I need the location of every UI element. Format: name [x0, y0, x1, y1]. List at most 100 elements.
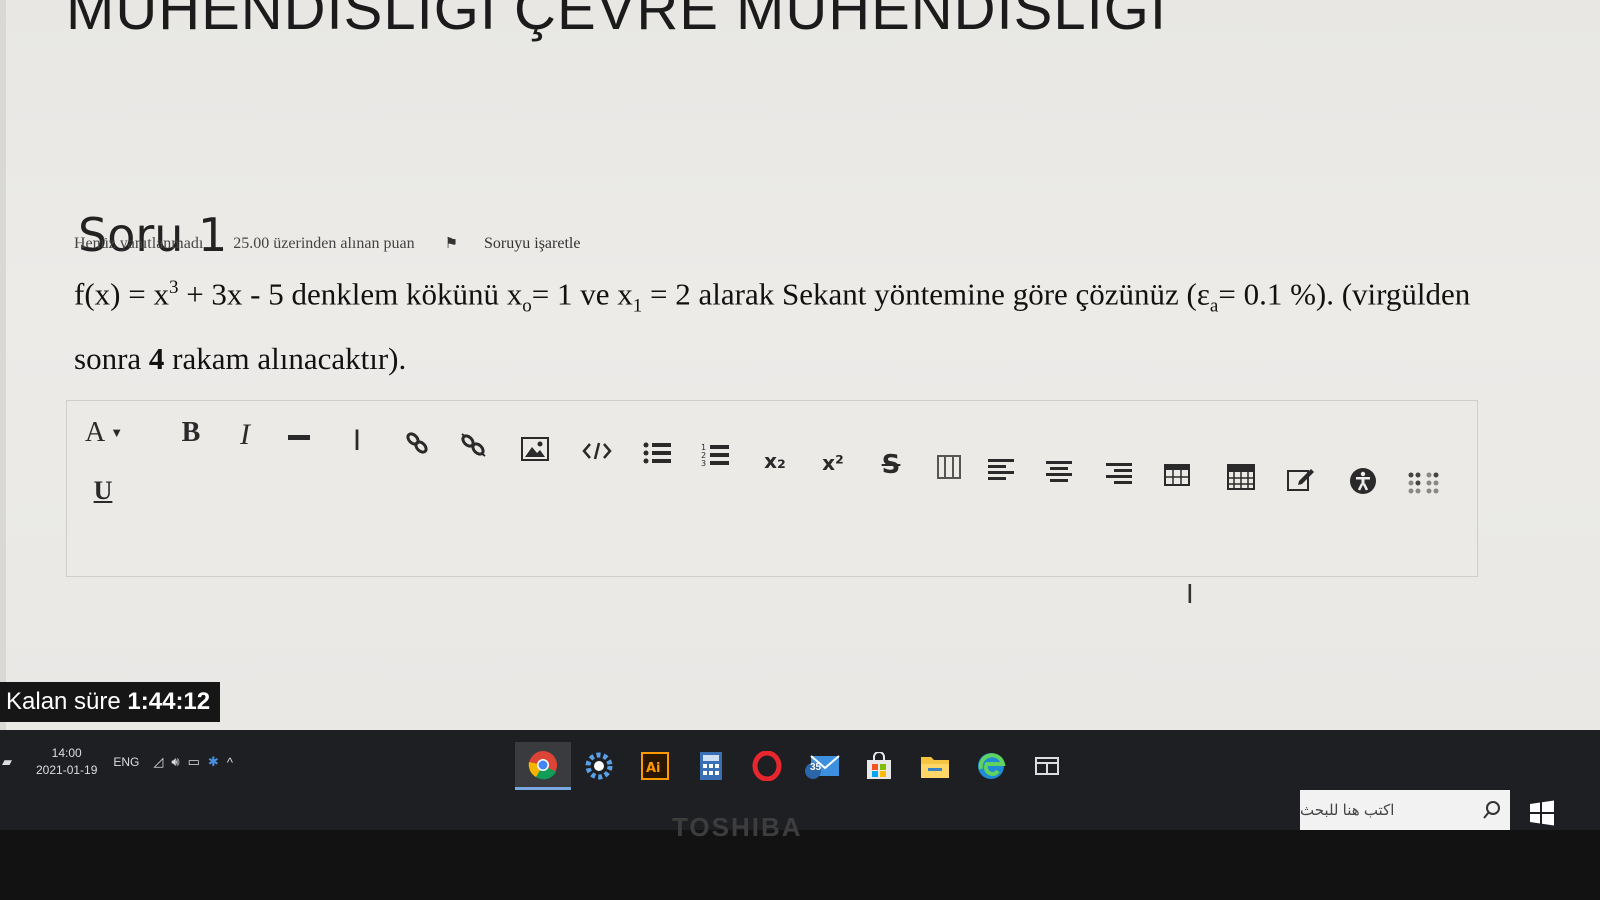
code-icon [582, 442, 612, 460]
store-bag-icon [867, 752, 891, 779]
question-status: Henüz yanıtlanmadı [74, 235, 204, 252]
answer-editor: A ▼ B I Ⅰ 1 2 3 x₂ x² S U [66, 400, 1478, 577]
font-color-button[interactable]: A ▼ [85, 413, 123, 453]
task-view-icon [1035, 757, 1059, 775]
align-right-button[interactable] [1101, 453, 1137, 493]
time-remaining-value: 1:44:12 [127, 688, 211, 715]
mouse-ibeam-cursor: Ⅰ [1186, 580, 1194, 609]
edge-icon [978, 753, 1006, 779]
horizontal-rule-button[interactable] [281, 417, 317, 457]
align-center-button[interactable] [1041, 451, 1077, 491]
insert-image-button[interactable] [517, 429, 553, 469]
mail-app[interactable]: 35 [795, 742, 851, 790]
strikethrough-button[interactable]: S [873, 445, 909, 485]
ordered-list-button[interactable]: 123 [697, 435, 733, 475]
screenreader-helper-button[interactable] [1407, 463, 1443, 503]
html-source-button[interactable] [579, 431, 615, 471]
wifi-icon[interactable]: ◿ [153, 754, 163, 770]
image-icon [521, 437, 549, 461]
calculator-app[interactable] [683, 742, 739, 790]
battery-icon[interactable]: ▭ [188, 754, 200, 770]
notification-icon[interactable]: ▰ [2, 754, 12, 770]
flag-question-label: Soruyu işaretle [484, 235, 581, 252]
subscript: o [522, 295, 532, 317]
illustrator-icon: Ai [641, 752, 669, 780]
text-cursor-icon: Ⅰ [352, 426, 362, 457]
question-text-part: rakam alınacaktır). [164, 340, 407, 376]
folder-icon [921, 757, 949, 778]
horizontal-rule-icon [288, 435, 310, 440]
italic-button[interactable]: I [227, 415, 263, 455]
question-info: Henüz yanıtlanmadı 25.00 üzerinden alına… [74, 234, 632, 253]
question-points: 25.00 üzerinden alınan puan [233, 235, 415, 252]
underline-button[interactable]: U [85, 471, 121, 511]
bluetooth-icon[interactable]: ✱ [208, 754, 219, 770]
align-left-icon [988, 459, 1014, 480]
flag-icon: ⚑ [444, 236, 459, 252]
numbered-list-icon: 123 [701, 443, 729, 468]
language-indicator[interactable]: ENG [113, 755, 139, 769]
start-button[interactable] [1524, 796, 1560, 830]
show-hidden-icons-chevron-icon[interactable]: ^ [227, 755, 233, 770]
settings-app[interactable] [571, 742, 627, 790]
opera-icon [752, 751, 782, 781]
bold-button[interactable]: B [173, 413, 209, 453]
question-text-part: = 2 alarak Sekant yöntemine göre çözünüz… [642, 276, 1210, 312]
system-tray: ▰ 14:00 2021-01-19 ENG ◿ 🔊︎ ▭ ✱ ^ [0, 744, 241, 780]
volume-icon[interactable]: 🔊︎ [171, 754, 179, 770]
calculator-icon [1227, 464, 1255, 490]
braille-icon [1408, 472, 1439, 494]
taskbar-search-input[interactable]: اكتب هنا للبحث [1300, 790, 1510, 830]
svg-text:3: 3 [701, 459, 706, 468]
laptop-brand-logo: TOSHIBA [672, 812, 803, 842]
file-explorer-app[interactable] [907, 742, 963, 790]
time-remaining-label: Kalan süre [6, 688, 128, 715]
editor-toolbar: A ▼ B I Ⅰ 1 2 3 x₂ x² S U [77, 409, 1467, 519]
align-right-icon [1106, 463, 1132, 484]
font-label: A [85, 417, 106, 448]
clock-time: 14:00 [51, 746, 82, 760]
course-title: MÜHENDİSLİĞİ ÇEVRE MÜHENDİSLİĞİ [66, 0, 1167, 42]
mail-badge: 35 [810, 762, 822, 773]
search-placeholder: اكتب هنا للبحث [1300, 802, 1395, 819]
clock[interactable]: 14:00 2021-01-19 [36, 745, 97, 779]
table-icon [1164, 464, 1190, 486]
align-center-icon [1046, 461, 1072, 482]
svg-text:Ai: Ai [646, 761, 661, 776]
flag-question-link[interactable]: ⚑ Soruyu işaretle [445, 235, 607, 252]
insert-table-button[interactable] [1159, 455, 1195, 495]
accessibility-icon [1350, 468, 1376, 494]
edit-button[interactable] [1283, 459, 1319, 499]
question-text-part: = 1 ve x [531, 276, 633, 312]
illustrator-app[interactable]: Ai [627, 742, 683, 790]
browser-viewport: MÜHENDİSLİĞİ ÇEVRE MÜHENDİSLİĞİ Soru 1 H… [6, 0, 1600, 742]
pinned-apps: Ai 35 [515, 742, 1075, 790]
pencil-edit-icon [1287, 469, 1314, 491]
question-text-part: f(x) = x [74, 276, 169, 312]
chrome-app[interactable] [515, 742, 571, 790]
subscript-button[interactable]: x₂ [757, 441, 793, 481]
accessibility-checker-button[interactable] [1345, 461, 1381, 501]
unlink-button[interactable] [455, 425, 491, 465]
superscript-button[interactable]: x² [815, 443, 851, 483]
columns-icon [937, 455, 961, 479]
clear-format-button[interactable]: Ⅰ [339, 421, 375, 461]
equation-editor-button[interactable] [1223, 457, 1259, 497]
unlink-icon [461, 433, 486, 457]
unordered-list-button[interactable] [639, 433, 675, 473]
edge-app[interactable] [963, 742, 1019, 790]
chrome-icon [528, 750, 557, 779]
insert-column-button[interactable] [931, 447, 967, 487]
bullet-list-icon [643, 442, 671, 464]
opera-app[interactable] [739, 742, 795, 790]
task-view-app[interactable] [1019, 742, 1075, 790]
align-left-button[interactable] [983, 449, 1019, 489]
answer-text-area[interactable] [67, 521, 1477, 576]
clock-date: 2021-01-19 [36, 763, 98, 777]
calculator-icon [700, 752, 722, 780]
link-button[interactable] [399, 423, 435, 463]
caret-down-icon: ▼ [110, 425, 124, 440]
store-app[interactable] [851, 742, 907, 790]
question-text: f(x) = x3 + 3x - 5 denklem kökünü xo= 1 … [74, 262, 1494, 385]
link-icon [406, 432, 428, 454]
